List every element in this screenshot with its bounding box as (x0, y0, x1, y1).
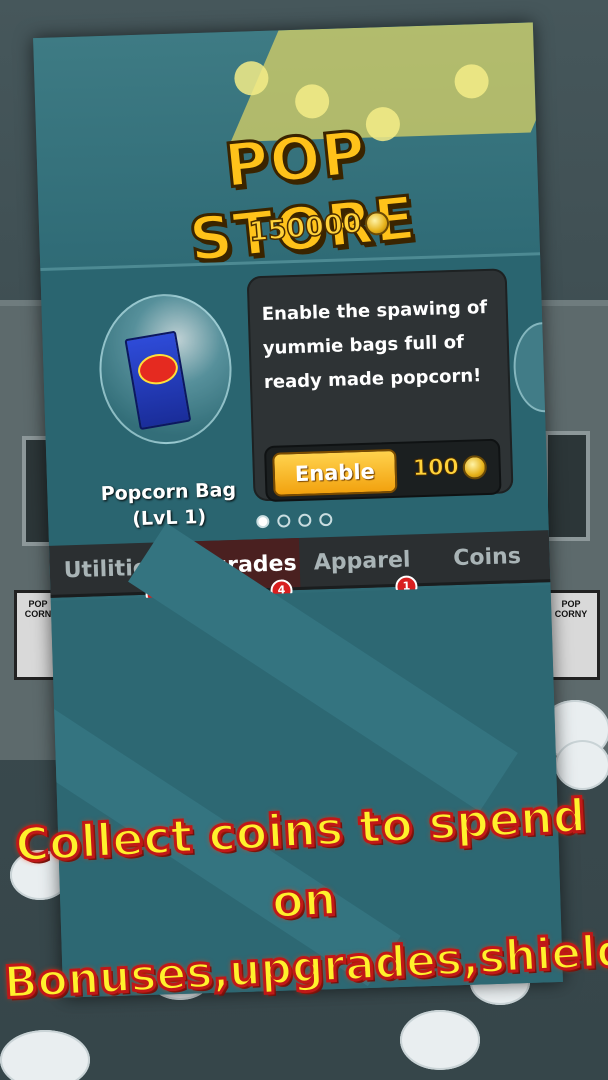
page-dot[interactable] (256, 514, 270, 529)
marquee-light-icon (454, 63, 490, 99)
item-price: 100 (412, 449, 488, 487)
item-description-box: Enable the spawing of yummie bags full o… (246, 268, 514, 503)
purchase-bar: Enable 100 (263, 438, 502, 503)
promo-caption: Collect coins to spend on Bonuses,upgrad… (0, 779, 608, 1017)
page-dot[interactable] (277, 514, 291, 528)
coin-icon (364, 209, 391, 236)
tab-coins-label: Coins (452, 544, 522, 572)
marquee-light-icon (233, 60, 269, 96)
item-price-value: 100 (412, 454, 460, 482)
tab-apparel[interactable]: Apparel 1 (299, 534, 425, 598)
page-dot[interactable] (319, 512, 333, 527)
page-dot[interactable] (298, 513, 312, 527)
tab-apparel-label: Apparel (313, 547, 411, 576)
item-name-line1: Popcorn Bag (100, 478, 237, 506)
page-indicator (256, 512, 333, 529)
marquee-light-icon (294, 83, 330, 119)
enable-button[interactable]: Enable (272, 448, 398, 497)
item-description: Enable the spawing of yummie bags full o… (261, 296, 488, 394)
coin-icon (462, 455, 488, 480)
popcorn-cloud (400, 1010, 480, 1070)
tab-coins[interactable]: Coins (424, 530, 550, 583)
window-right (544, 431, 590, 541)
